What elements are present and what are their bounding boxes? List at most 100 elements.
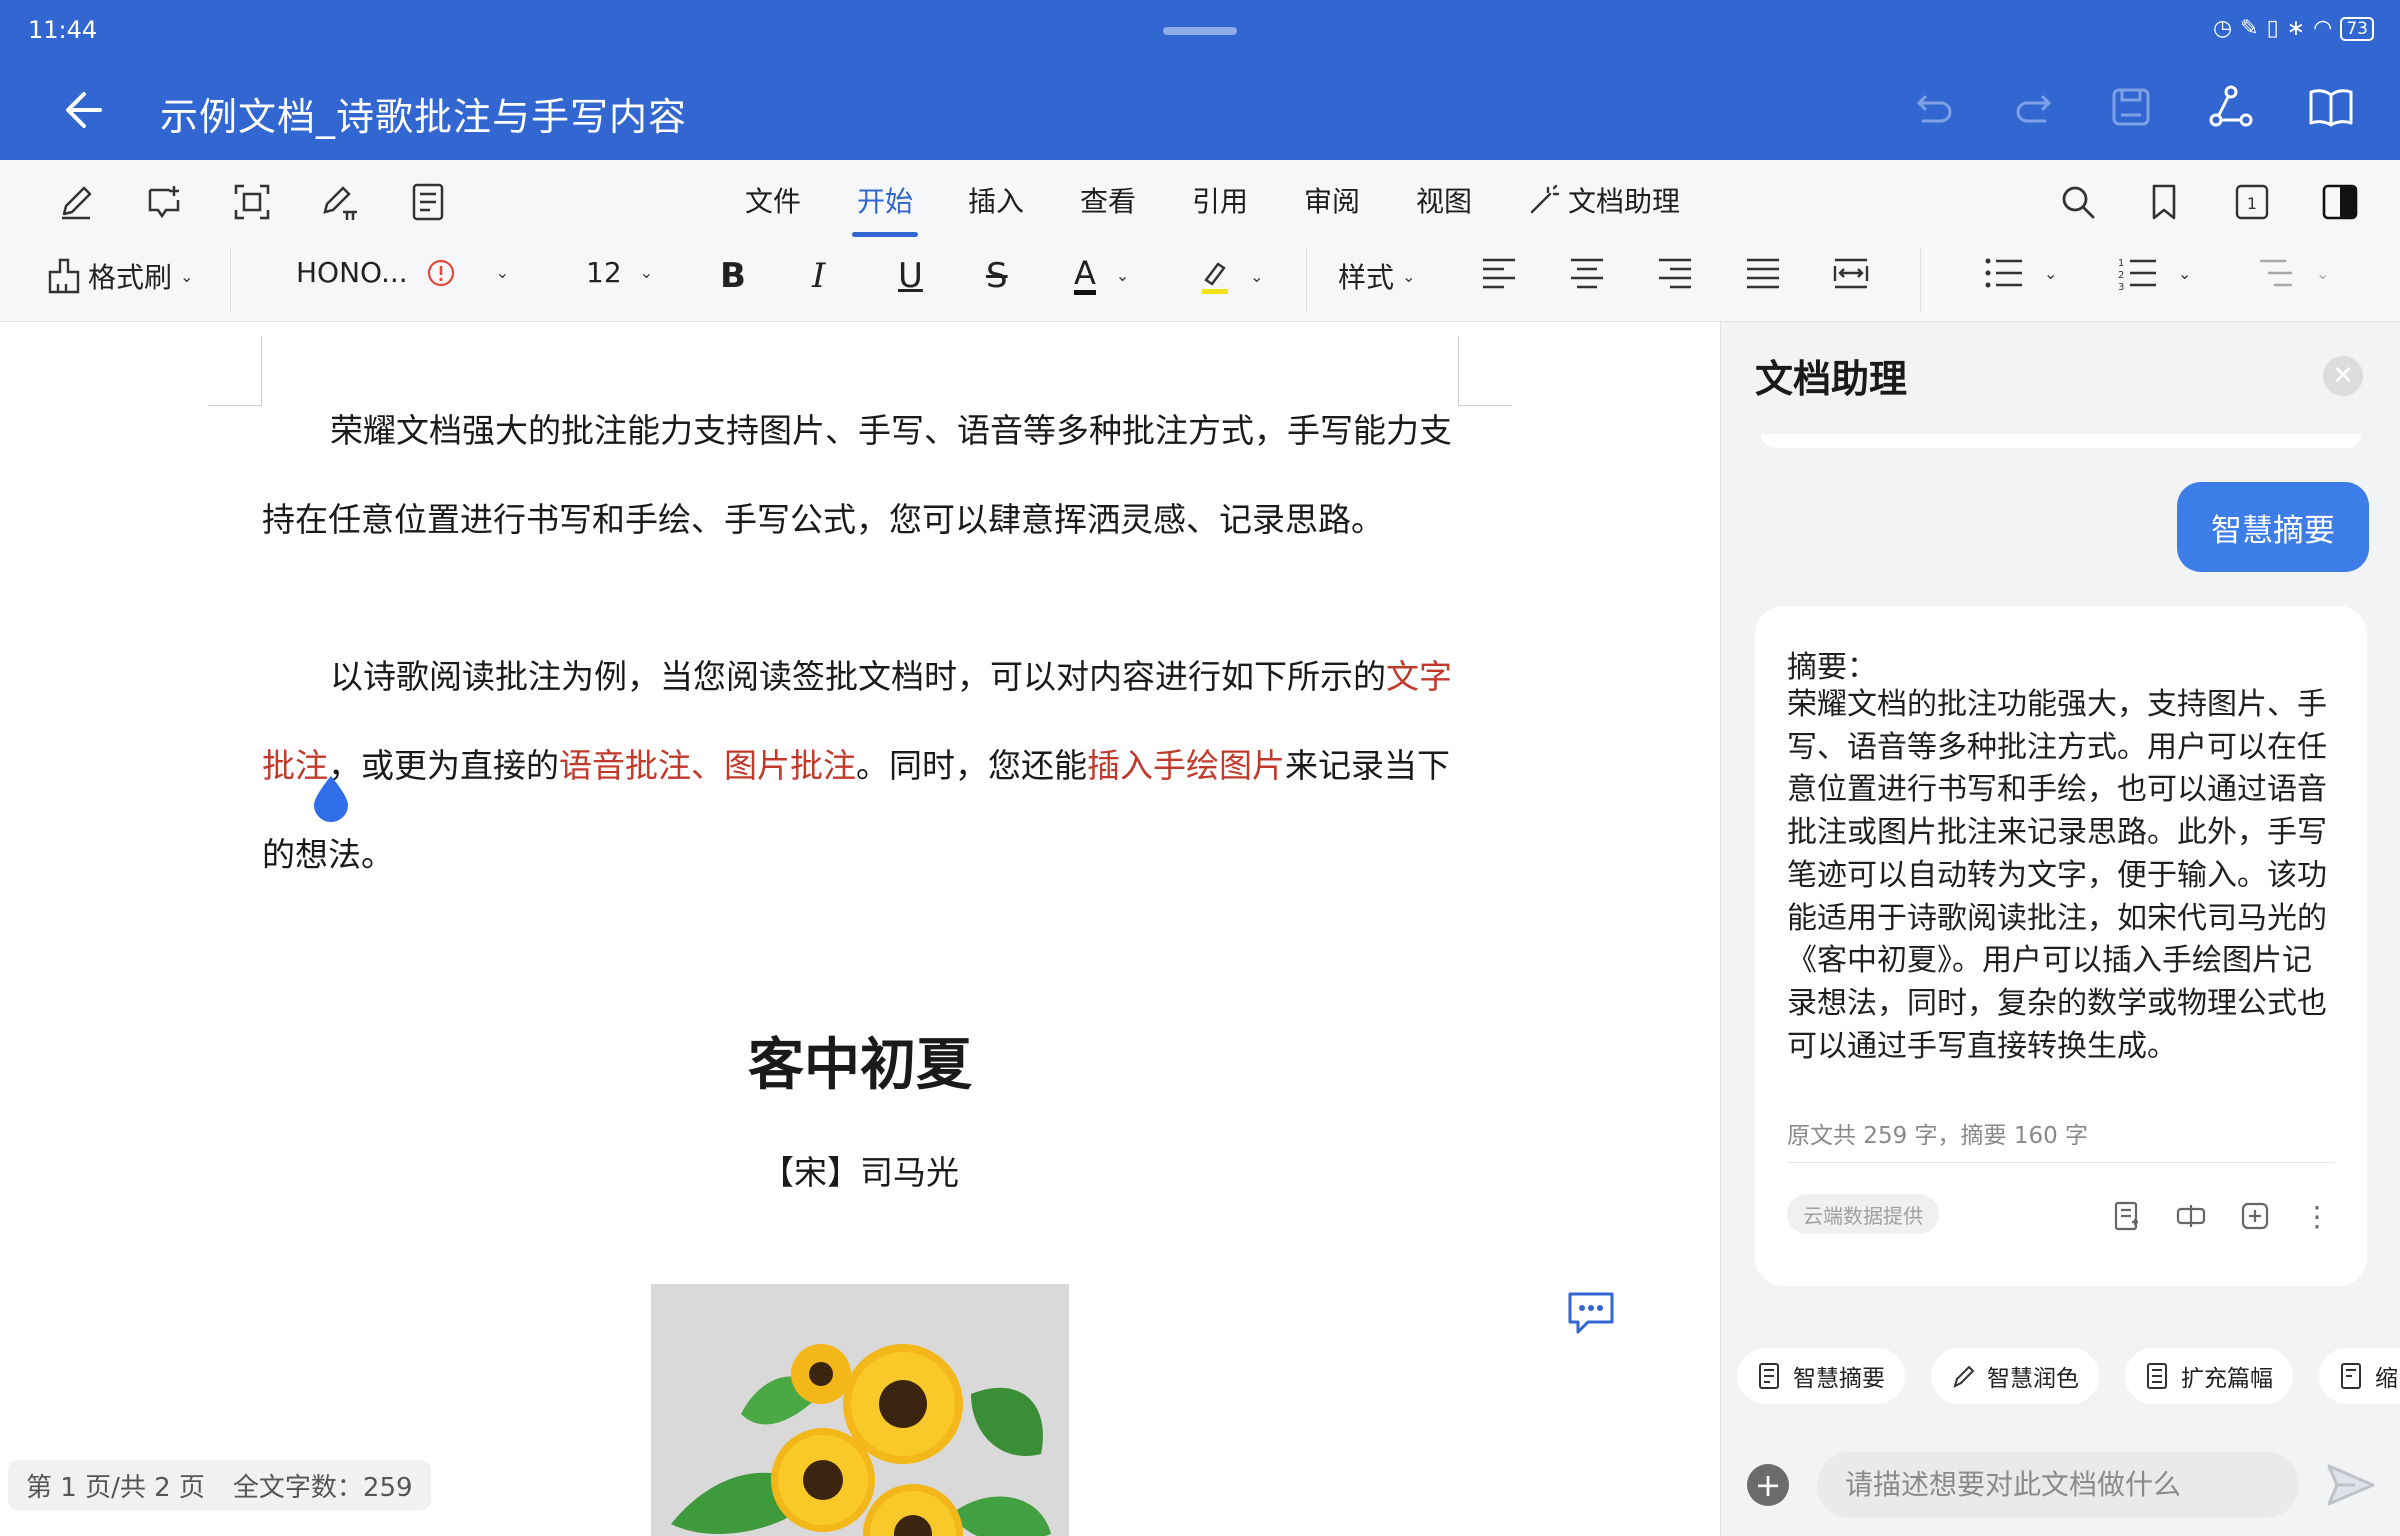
chevron-down-icon: ⌄: [2316, 263, 2330, 283]
search-button[interactable]: [2054, 178, 2102, 226]
copy-button[interactable]: [2173, 1198, 2209, 1234]
assistant-prompt-input[interactable]: [1817, 1452, 2299, 1518]
distribute-button[interactable]: [1832, 256, 1870, 290]
align-right-icon: [1659, 258, 1691, 289]
polish-pen-icon: [1953, 1365, 1975, 1388]
font-name-select[interactable]: HONO... ⌄: [296, 256, 509, 289]
crop-mark: [208, 336, 262, 406]
add-button[interactable]: [2237, 1198, 2273, 1234]
comment-bubble-icon: [1568, 1292, 1614, 1334]
back-button[interactable]: [60, 80, 116, 140]
sunflower-image[interactable]: [651, 1284, 1069, 1536]
bold-button[interactable]: B: [720, 256, 746, 296]
underline-button[interactable]: U: [898, 256, 923, 296]
insert-to-doc-button[interactable]: [2109, 1198, 2145, 1234]
svg-text:3: 3: [2118, 282, 2124, 290]
paragraph-intro[interactable]: 荣耀文档强大的批注能力支持图片、手写、语音等多种批注方式，手写能力支持在任意位置…: [262, 386, 1458, 564]
summary-icon: [1759, 1363, 1779, 1389]
save-button[interactable]: [2106, 82, 2156, 132]
italic-button[interactable]: I: [812, 256, 825, 296]
divider: [1306, 248, 1307, 312]
tab-layout-view[interactable]: 视图: [1416, 180, 1472, 220]
styles-label: 样式: [1338, 261, 1395, 294]
chevron-down-icon: ⌄: [2044, 263, 2058, 283]
page-number-icon: 1: [2235, 184, 2269, 220]
back-arrow-icon: [66, 92, 102, 128]
tab-file[interactable]: 文件: [745, 180, 801, 220]
assistant-input-bar: +: [1721, 1422, 2400, 1536]
smart-summary-request[interactable]: 智慧摘要: [2177, 482, 2369, 572]
text-cursor-handle[interactable]: [310, 774, 352, 822]
chip-expand-length[interactable]: 扩充篇幅: [2125, 1348, 2293, 1404]
stylus-icon: ✎: [2240, 16, 2259, 41]
send-button[interactable]: [2325, 1462, 2377, 1508]
align-center-button[interactable]: [1568, 256, 1606, 290]
comment-tool[interactable]: [140, 178, 188, 226]
more-options-button[interactable]: ⋮: [2299, 1198, 2335, 1234]
add-box-icon: [2241, 1202, 2269, 1230]
page-count-button[interactable]: 1: [2228, 178, 2276, 226]
save-icon: [2112, 88, 2150, 126]
bullet-list-button[interactable]: ⌄: [1984, 256, 2057, 290]
svg-text:2: 2: [2118, 270, 2124, 281]
tab-doc-assistant-label: 文档助理: [1568, 185, 1681, 218]
strikethrough-button[interactable]: S: [986, 256, 1008, 296]
poem-title: 客中初夏: [748, 1033, 972, 1098]
redo-button[interactable]: [2008, 82, 2058, 132]
comment-marker[interactable]: [1564, 1288, 1618, 1338]
highlight-button[interactable]: ⌄: [1198, 256, 1263, 296]
document-canvas[interactable]: 荣耀文档强大的批注能力支持图片、手写、语音等多种批注方式，手写能力支持在任意位置…: [0, 322, 1720, 1536]
document-outline-tool[interactable]: [404, 178, 452, 226]
previous-message-edge: [1761, 434, 2361, 448]
book-icon: [2309, 89, 2353, 127]
format-painter-label: 格式刷: [88, 261, 173, 294]
format-painter-button[interactable]: 格式刷 ⌄: [46, 256, 193, 296]
paragraph-annotation[interactable]: 以诗歌阅读批注为例，当您阅读签批文档时，可以对内容进行如下所示的文字批注，或更为…: [262, 632, 1458, 899]
chevron-down-icon: ⌄: [639, 263, 654, 282]
tab-view[interactable]: 查看: [1080, 180, 1136, 220]
justify-button[interactable]: [1744, 256, 1782, 290]
hand-drawing-link[interactable]: 插入手绘图片: [1087, 747, 1285, 784]
chevron-down-icon: ⌄: [180, 266, 194, 286]
summary-heading: 摘要：: [1787, 650, 1877, 685]
scan-tool[interactable]: [228, 178, 276, 226]
styles-select[interactable]: 样式 ⌄: [1338, 256, 1415, 296]
magic-wand-icon: [1530, 184, 1560, 214]
sidebar-toggle-icon: [2322, 184, 2358, 220]
chip-smart-summary[interactable]: 智慧摘要: [1737, 1348, 1905, 1404]
sunflower-illustration: [671, 1344, 1051, 1536]
window-drag-handle[interactable]: [1163, 27, 1237, 35]
pen-tool[interactable]: [52, 178, 100, 226]
copy-icon: [2176, 1205, 2206, 1227]
reading-mode-button[interactable]: [2306, 82, 2356, 132]
poem-author: 【宋】司马光: [761, 1153, 959, 1192]
align-right-button[interactable]: [1656, 256, 1694, 290]
undo-button[interactable]: [1910, 82, 1960, 132]
font-size-select[interactable]: 12 ⌄: [586, 256, 653, 289]
highlighter-icon: [1202, 262, 1228, 294]
share-button[interactable]: [2206, 82, 2256, 132]
chip-smart-polish[interactable]: 智慧润色: [1931, 1348, 2099, 1404]
summary-word-count: 原文共 259 字，摘要 160 字: [1787, 1123, 2089, 1149]
word-count: 全文字数：259: [232, 1472, 413, 1503]
font-size-value: 12: [586, 256, 622, 289]
tab-review[interactable]: 审阅: [1304, 180, 1360, 220]
tab-doc-assistant[interactable]: 文档助理: [1526, 180, 1680, 220]
text-run: 。同时，您还能: [856, 747, 1087, 784]
chip-shorten[interactable]: 缩: [2319, 1348, 2400, 1404]
tab-insert[interactable]: 插入: [968, 180, 1024, 220]
numbered-list-button[interactable]: 123 ⌄: [2118, 256, 2191, 290]
app-header: 11:44 ◷ ✎ ▯ ∗ ◠ 73 示例文档_诗歌批注与手写内容: [0, 0, 2400, 160]
tab-home[interactable]: 开始: [857, 180, 913, 220]
align-left-button[interactable]: [1480, 256, 1518, 290]
voice-image-annotation-link[interactable]: 语音批注、图片批注: [559, 747, 856, 784]
tab-references[interactable]: 引用: [1192, 180, 1248, 220]
multilevel-list-button[interactable]: ⌄: [2256, 256, 2329, 290]
close-panel-button[interactable]: ✕: [2323, 356, 2363, 396]
font-color-button[interactable]: A ⌄: [1074, 256, 1129, 295]
handwriting-formula-icon: [323, 186, 357, 220]
bookmark-button[interactable]: [2140, 178, 2188, 226]
split-view-button[interactable]: [2316, 178, 2364, 226]
formula-tool[interactable]: [316, 178, 364, 226]
attach-button[interactable]: +: [1747, 1464, 1789, 1506]
